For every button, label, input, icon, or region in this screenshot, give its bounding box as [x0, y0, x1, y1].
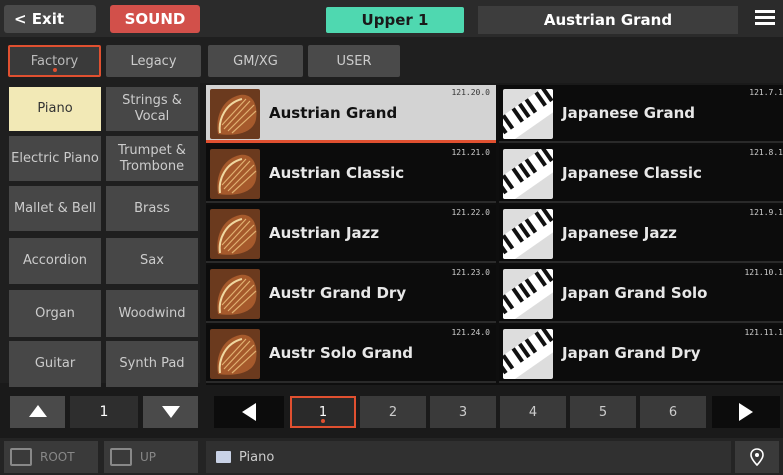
- sound-number: 121.9.1: [749, 208, 783, 217]
- category-piano[interactable]: Piano: [9, 87, 101, 131]
- acoustic-piano-icon: [210, 149, 260, 199]
- up-label: UP: [140, 450, 157, 464]
- page-down-button[interactable]: [143, 396, 198, 428]
- up-button[interactable]: UP: [104, 441, 198, 473]
- keyboard-part-selector[interactable]: Upper 1: [326, 7, 464, 33]
- sound-cell[interactable]: Austrian Jazz 121.22.0: [206, 205, 496, 263]
- menu-icon[interactable]: [755, 10, 775, 28]
- sound-name: Japanese Grand: [562, 104, 695, 122]
- piano-keys-icon: [503, 329, 553, 379]
- sound-name: Japanese Classic: [562, 164, 702, 182]
- location-pin-button[interactable]: [735, 441, 779, 473]
- category-synth-pad[interactable]: Synth Pad: [106, 341, 198, 387]
- tab-gm-xg[interactable]: GM/XG: [208, 45, 303, 77]
- sound-number: 121.23.0: [451, 268, 490, 277]
- tab-factory[interactable]: Factory: [8, 45, 101, 77]
- sound-pager: 1 2 3 4 5 6: [206, 393, 783, 433]
- root-label: ROOT: [40, 450, 75, 464]
- piano-keys-icon: [503, 209, 553, 259]
- sound-cell[interactable]: Japanese Grand 121.7.1: [499, 85, 783, 143]
- path-label: Piano: [239, 449, 275, 465]
- sound-number: 121.24.0: [451, 328, 490, 337]
- sound-number: 121.22.0: [451, 208, 490, 217]
- sound-number: 121.11.1: [744, 328, 783, 337]
- sound-name: Austrian Classic: [269, 164, 405, 182]
- category-brass[interactable]: Brass: [106, 186, 198, 231]
- page-up-button[interactable]: [10, 396, 65, 428]
- current-path: Piano: [206, 441, 731, 473]
- tab-user[interactable]: USER: [308, 45, 400, 77]
- root-button[interactable]: ROOT: [4, 441, 98, 473]
- category-strings-vocal[interactable]: Strings & Vocal: [106, 87, 198, 131]
- page-button-6[interactable]: 6: [640, 396, 706, 428]
- sound-name: Japan Grand Dry: [562, 344, 701, 362]
- sound-name: Japanese Jazz: [562, 224, 677, 242]
- folder-icon: [216, 451, 231, 463]
- page-button-1[interactable]: 1: [290, 396, 356, 428]
- sound-number: 121.10.1: [744, 268, 783, 277]
- acoustic-piano-icon: [210, 269, 260, 319]
- sound-cell[interactable]: Austr Solo Grand 121.24.0: [206, 325, 496, 383]
- sound-name: Austrian Grand: [269, 104, 398, 122]
- sound-name: Japan Grand Solo: [562, 284, 708, 302]
- sound-number: 121.21.0: [451, 148, 490, 157]
- acoustic-piano-icon: [210, 209, 260, 259]
- bottom-bar: ROOT UP Piano: [0, 438, 783, 475]
- sound-cell[interactable]: Austrian Classic 121.21.0: [206, 145, 496, 203]
- piano-keys-icon: [503, 89, 553, 139]
- previous-page-button[interactable]: [214, 396, 284, 428]
- sound-name: Austr Solo Grand: [269, 344, 414, 362]
- location-pin-icon: [750, 448, 764, 466]
- category-guitar[interactable]: Guitar: [9, 341, 101, 387]
- category-organ[interactable]: Organ: [9, 290, 101, 337]
- sound-number: 121.20.0: [451, 88, 490, 97]
- top-bar: < Exit SOUND Upper 1 Austrian Grand: [0, 0, 783, 37]
- piano-keys-icon: [503, 269, 553, 319]
- bank-tabs: Factory Legacy GM/XG USER: [0, 37, 783, 83]
- up-folder-icon: [110, 448, 132, 466]
- sound-number: 121.7.1: [749, 88, 783, 97]
- sound-cell[interactable]: Japan Grand Dry 121.11.1: [499, 325, 783, 383]
- category-electric-piano[interactable]: Electric Piano: [9, 136, 101, 181]
- category-panel: Piano Strings & Vocal Electric Piano Tru…: [0, 83, 200, 387]
- sound-cell[interactable]: Japan Grand Solo 121.10.1: [499, 265, 783, 323]
- next-page-button[interactable]: [712, 396, 780, 428]
- sound-cell[interactable]: Japanese Classic 121.8.1: [499, 145, 783, 203]
- current-sound-name: Austrian Grand: [478, 6, 738, 34]
- sound-name: Austrian Jazz: [269, 224, 380, 242]
- exit-button[interactable]: < Exit: [4, 5, 96, 33]
- tab-legacy[interactable]: Legacy: [106, 45, 201, 77]
- category-pager: 1: [0, 393, 200, 433]
- piano-keys-icon: [503, 149, 553, 199]
- sound-cell[interactable]: Austrian Grand 121.20.0: [206, 85, 496, 143]
- sound-grid: Austrian Grand 121.20.0 Japanese Grand 1…: [206, 85, 783, 385]
- page-button-3[interactable]: 3: [430, 396, 496, 428]
- home-folder-icon: [10, 448, 32, 466]
- category-mallet-bell[interactable]: Mallet & Bell: [9, 186, 101, 231]
- acoustic-piano-icon: [210, 329, 260, 379]
- category-accordion[interactable]: Accordion: [9, 238, 101, 284]
- sound-number: 121.8.1: [749, 148, 783, 157]
- sound-mode-tab[interactable]: SOUND: [110, 5, 200, 33]
- page-button-2[interactable]: 2: [360, 396, 426, 428]
- category-sax[interactable]: Sax: [106, 238, 198, 284]
- sound-cell[interactable]: Austr Grand Dry 121.23.0: [206, 265, 496, 323]
- sound-name: Austr Grand Dry: [269, 284, 407, 302]
- page-button-5[interactable]: 5: [570, 396, 636, 428]
- category-page-number: 1: [70, 396, 138, 428]
- category-woodwind[interactable]: Woodwind: [106, 290, 198, 337]
- page-button-4[interactable]: 4: [500, 396, 566, 428]
- sound-cell[interactable]: Japanese Jazz 121.9.1: [499, 205, 783, 263]
- category-trumpet-trombone[interactable]: Trumpet & Trombone: [106, 136, 198, 181]
- acoustic-piano-icon: [210, 89, 260, 139]
